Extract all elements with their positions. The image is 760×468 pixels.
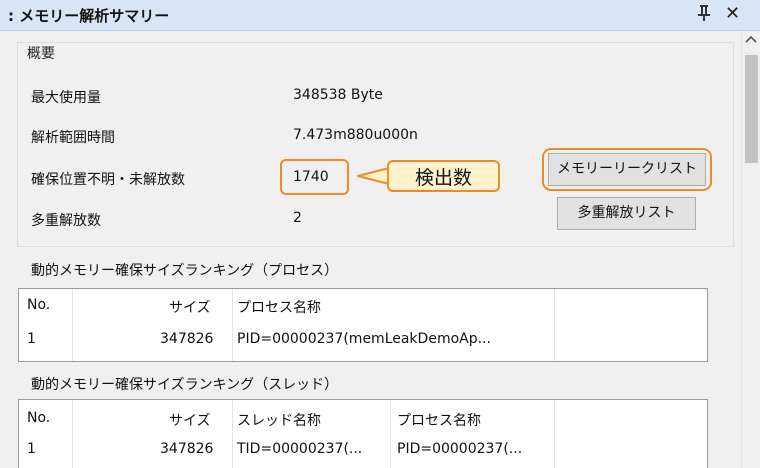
analysis-range-value: 7.473m880u000n bbox=[293, 127, 418, 143]
thread-ranking-table: No. サイズ スレッド名称 プロセス名称 1 347826 TID=00000… bbox=[18, 399, 708, 468]
table-row-thread-name[interactable]: TID=00000237(... bbox=[237, 441, 362, 457]
column-header-no[interactable]: No. bbox=[27, 410, 50, 426]
column-divider bbox=[390, 400, 391, 468]
summary-content: 概要 最大使用量 348538 Byte 解析範囲時間 7.473m880u00… bbox=[0, 31, 741, 468]
column-divider bbox=[554, 289, 555, 361]
column-divider bbox=[72, 289, 73, 361]
scroll-up-icon[interactable] bbox=[745, 33, 757, 47]
analysis-range-label: 解析範囲時間 bbox=[31, 130, 115, 146]
panel-title: : メモリー解析サマリー bbox=[8, 7, 170, 25]
process-ranking-table: No. サイズ プロセス名称 1 347826 PID=00000237(mem… bbox=[18, 288, 708, 362]
table-row-process-name[interactable]: PID=00000237(... bbox=[397, 441, 522, 457]
close-icon[interactable]: ✕ bbox=[725, 3, 740, 24]
column-divider bbox=[232, 400, 233, 468]
column-divider bbox=[554, 400, 555, 468]
pin-icon[interactable] bbox=[697, 4, 711, 26]
scrollbar-thumb[interactable] bbox=[745, 55, 758, 163]
column-divider bbox=[232, 289, 233, 361]
detection-count-callout: 検出数 bbox=[387, 160, 500, 192]
vertical-scrollbar[interactable] bbox=[741, 31, 760, 468]
panel-titlebar: : メモリー解析サマリー ✕ bbox=[0, 0, 760, 31]
double-free-list-button[interactable]: 多重解放リスト bbox=[557, 197, 696, 230]
column-header-no[interactable]: No. bbox=[27, 297, 50, 313]
column-header-size[interactable]: サイズ bbox=[169, 410, 211, 430]
column-header-size[interactable]: サイズ bbox=[169, 297, 211, 317]
column-divider bbox=[72, 400, 73, 468]
column-header-thread-name[interactable]: スレッド名称 bbox=[237, 410, 321, 430]
leak-button-highlight bbox=[542, 148, 712, 191]
process-ranking-title: 動的メモリー確保サイズランキング（プロセス） bbox=[31, 263, 339, 279]
max-usage-label: 最大使用量 bbox=[31, 90, 101, 106]
table-row-process-name[interactable]: PID=00000237(memLeakDemoAp... bbox=[237, 331, 491, 347]
table-row-no[interactable]: 1 bbox=[27, 331, 36, 347]
double-free-count-value: 2 bbox=[293, 210, 302, 226]
column-header-process-name[interactable]: プロセス名称 bbox=[237, 297, 321, 317]
unreleased-count-label: 確保位置不明・未解放数 bbox=[31, 172, 185, 188]
table-row-size[interactable]: 347826 bbox=[160, 331, 213, 347]
overview-group-title: 概要 bbox=[27, 46, 55, 62]
callout-pointer bbox=[357, 167, 390, 185]
table-row-no[interactable]: 1 bbox=[27, 441, 36, 457]
column-header-process-name[interactable]: プロセス名称 bbox=[397, 410, 481, 430]
table-row-size[interactable]: 347826 bbox=[160, 441, 213, 457]
max-usage-value: 348538 Byte bbox=[293, 87, 383, 103]
double-free-count-label: 多重解放数 bbox=[31, 213, 101, 229]
thread-ranking-title: 動的メモリー確保サイズランキング（スレッド） bbox=[31, 377, 339, 393]
count-highlight-box bbox=[280, 159, 349, 195]
